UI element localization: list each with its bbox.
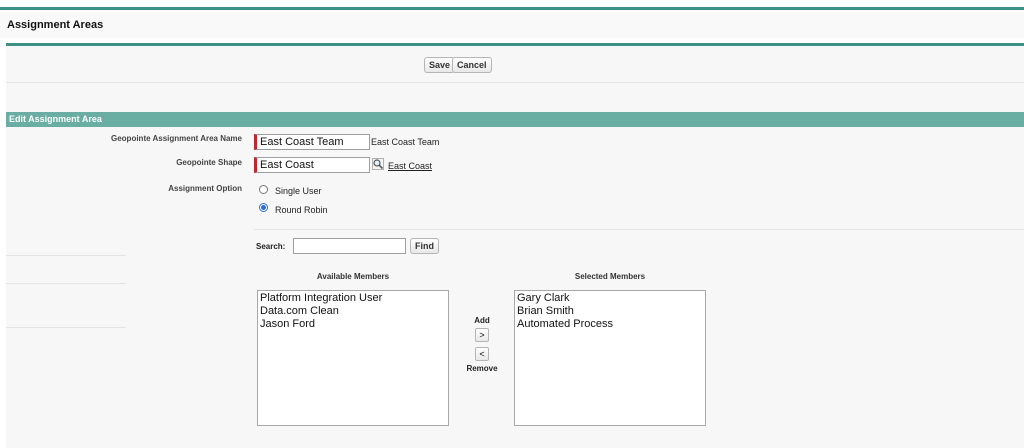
search-label: Search: xyxy=(256,242,286,251)
row-divider xyxy=(6,327,126,328)
single-user-label[interactable]: Single User xyxy=(275,186,322,196)
find-button[interactable]: Find xyxy=(410,238,439,254)
page-title: Assignment Areas xyxy=(7,19,104,31)
section-header: Edit Assignment Area xyxy=(6,112,1024,127)
available-members-list[interactable]: Platform Integration User Data.com Clean… xyxy=(257,290,449,426)
selected-members-list[interactable]: Gary Clark Brian Smith Automated Process xyxy=(514,290,706,426)
list-item[interactable]: Data.com Clean xyxy=(260,305,446,318)
list-item[interactable]: Automated Process xyxy=(517,318,703,331)
selected-members-heading: Selected Members xyxy=(574,272,646,281)
form-divider xyxy=(254,229,1024,230)
available-members-heading: Available Members xyxy=(316,272,390,281)
list-item[interactable]: Platform Integration User xyxy=(260,292,446,305)
round-robin-radio[interactable] xyxy=(259,203,268,212)
area-name-input[interactable] xyxy=(254,134,370,150)
add-label: Add xyxy=(474,316,490,325)
round-robin-label[interactable]: Round Robin xyxy=(275,205,328,215)
row-divider xyxy=(6,283,126,284)
list-item[interactable]: Jason Ford xyxy=(260,318,446,331)
assignment-option-label: Assignment Option xyxy=(168,184,242,193)
list-item[interactable]: Gary Clark xyxy=(517,292,703,305)
shape-input[interactable] xyxy=(254,157,370,173)
page-header xyxy=(0,12,1024,38)
button-row-divider xyxy=(6,82,1024,83)
add-member-button[interactable]: > xyxy=(475,328,489,342)
list-item[interactable]: Brian Smith xyxy=(517,305,703,318)
top-accent-rule xyxy=(0,7,1024,10)
remove-member-button[interactable]: < xyxy=(475,347,489,361)
remove-label: Remove xyxy=(466,364,498,373)
row-divider xyxy=(6,255,126,256)
shape-label: Geopointe Shape xyxy=(176,158,242,167)
area-name-label: Geopointe Assignment Area Name xyxy=(111,134,242,143)
save-button[interactable]: Save xyxy=(424,57,456,73)
area-name-display: East Coast Team xyxy=(371,137,440,147)
lookup-magnifier-icon[interactable] xyxy=(372,158,384,170)
single-user-radio[interactable] xyxy=(259,185,268,194)
shape-link[interactable]: East Coast xyxy=(388,161,432,171)
cancel-button[interactable]: Cancel xyxy=(452,57,492,73)
search-input[interactable] xyxy=(293,238,406,254)
